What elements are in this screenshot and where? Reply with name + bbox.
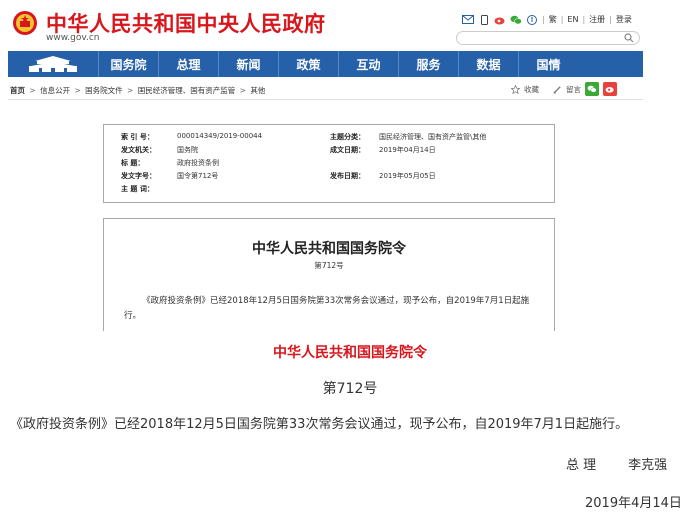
search-input[interactable] [457, 38, 629, 51]
nav-item-news[interactable]: 新闻 [219, 51, 279, 77]
breadcrumb-separator: > [127, 86, 134, 95]
breadcrumb-separator: > [239, 86, 246, 95]
published-date-value: 2019年05月05日 [379, 172, 436, 180]
nav-item-state-council[interactable]: 国务院 [99, 51, 159, 77]
breadcrumb: 首页 > 信息公开 > 国务院文件 > 国民经济管理、国有资产监管 > 其他 [10, 85, 265, 96]
nav-item-data[interactable]: 数据 [459, 51, 519, 77]
top-links: | 繁 | EN | 注册 | 登录 [462, 14, 632, 25]
doc-number-value: 国令第712号 [177, 172, 219, 180]
issuer-value: 国务院 [177, 146, 198, 154]
doc-number-label: 发文字号： [121, 172, 156, 180]
page-tools: 收藏 留言 [511, 82, 617, 96]
pencil-icon[interactable] [553, 85, 562, 94]
breadcrumb-separator: > [29, 86, 36, 95]
star-icon[interactable] [511, 84, 520, 94]
share-weibo-icon[interactable] [603, 82, 617, 96]
nav-home[interactable] [8, 51, 99, 77]
created-date-value: 2019年04月14日 [379, 146, 436, 154]
comment-link[interactable]: 留言 [566, 84, 581, 95]
signature-name: 李克强 [628, 458, 668, 473]
breadcrumb-home[interactable]: 首页 [10, 86, 25, 95]
breadcrumb-state-council-docs[interactable]: 国务院文件 [85, 86, 123, 95]
nav-item-services[interactable]: 服务 [399, 51, 459, 77]
traditional-chinese-link[interactable]: 繁 [549, 14, 557, 25]
search-icon[interactable] [624, 32, 634, 44]
title-value: 政府投资条例 [177, 159, 219, 167]
share-wechat-icon[interactable] [585, 82, 599, 96]
article-number: 第712号 [322, 381, 378, 397]
title-label: 标 题： [121, 159, 145, 167]
main-nav: 国务院 总理 新闻 政策 互动 服务 数据 国情 [8, 51, 643, 77]
signature: 总 理 李克强 [566, 454, 667, 473]
nav-item-policy[interactable]: 政策 [279, 51, 339, 77]
index-value: 000014349/2019-00044 [177, 132, 263, 140]
article-title: 中华人民共和国国务院令 [273, 345, 427, 361]
created-date-label: 成文日期： [330, 146, 365, 154]
document-info-table: 索 引 号： 000014349/2019-00044 主题分类： 国民经济管理… [103, 124, 555, 203]
favorite-link[interactable]: 收藏 [524, 84, 539, 95]
breadcrumb-info-disclosure[interactable]: 信息公开 [40, 86, 70, 95]
category-label: 主题分类： [330, 133, 365, 141]
login-link[interactable]: 登录 [616, 14, 632, 25]
website-screenshot: 中华人民共和国中央人民政府 www.gov.cn | 繁 | EN | 注册 |… [0, 0, 650, 331]
document-title: 中华人民共和国国务院令 [252, 241, 406, 257]
site-url: www.gov.cn [46, 33, 100, 43]
nav-item-premier[interactable]: 总理 [159, 51, 219, 77]
weibo-icon[interactable] [494, 15, 506, 25]
mobile-icon[interactable] [478, 14, 490, 25]
breadcrumb-bar: 首页 > 信息公开 > 国务院文件 > 国民经济管理、国有资产监管 > 其他 收… [8, 81, 643, 100]
keywords-label: 主 题 词： [121, 185, 154, 193]
nav-item-interaction[interactable]: 互动 [339, 51, 399, 77]
register-link[interactable]: 注册 [589, 14, 605, 25]
category-value: 国民经济管理、国有资产监管\其他 [379, 133, 487, 141]
english-link[interactable]: EN [567, 15, 578, 24]
article-body: 《政府投资条例》已经2018年12月5日国务院第33次常务会议通过，现予公布，自… [10, 417, 629, 432]
search-box [456, 31, 640, 51]
issuer-label: 发文机关： [121, 146, 156, 154]
nav-item-national-info[interactable]: 国情 [519, 51, 578, 77]
article-date: 2019年4月14日 [585, 496, 682, 511]
accessibility-icon[interactable] [526, 14, 538, 25]
breadcrumb-separator: > [74, 86, 81, 95]
document-body: 《政府投资条例》已经2018年12月5日国务院第33次常务会议通过，现予公布，自… [124, 296, 530, 321]
breadcrumb-other[interactable]: 其他 [250, 86, 265, 95]
document-number: 第712号 [314, 261, 344, 270]
document-content: 中华人民共和国国务院令 第712号 《政府投资条例》已经2018年12月5日国务… [103, 218, 555, 331]
mail-icon[interactable] [462, 15, 474, 25]
wechat-icon[interactable] [510, 15, 522, 25]
published-date-label: 发布日期： [330, 172, 365, 180]
national-emblem-icon [13, 11, 37, 35]
signature-title: 总 理 [566, 458, 597, 473]
tiananmen-icon [29, 56, 77, 72]
breadcrumb-economy-management[interactable]: 国民经济管理、国有资产监管 [138, 86, 236, 95]
index-label: 索 引 号： [121, 133, 154, 141]
